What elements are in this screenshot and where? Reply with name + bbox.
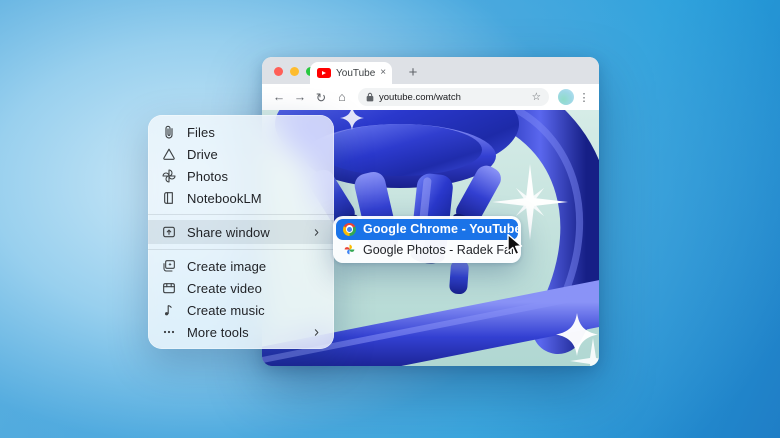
submenu-item-chrome[interactable]: Google Chrome - YouTube xyxy=(336,219,518,240)
share-window-icon xyxy=(160,224,177,241)
menu-item-label: More tools xyxy=(187,325,300,340)
menu-item-create-music[interactable]: Create music xyxy=(148,299,334,321)
submenu-item-label: Google Chrome - YouTube xyxy=(363,222,518,236)
forward-button[interactable]: → xyxy=(291,88,309,106)
profile-avatar[interactable] xyxy=(558,89,574,105)
window-controls xyxy=(274,67,315,76)
menu-item-label: Share window xyxy=(187,225,300,240)
browser-tab[interactable]: YouTube × xyxy=(310,62,392,84)
chevron-right-icon xyxy=(310,326,322,338)
cursor-pointer xyxy=(506,233,526,259)
youtube-favicon-icon xyxy=(317,68,331,78)
tab-strip: YouTube × + xyxy=(262,57,599,84)
submenu-item-photos[interactable]: Google Photos - Radek Far... xyxy=(336,240,518,261)
menu-separator xyxy=(148,214,334,215)
bookmark-star-icon[interactable]: ☆ xyxy=(532,91,541,103)
context-menu: Files Drive Photos NotebookLM Shar xyxy=(148,115,334,349)
menu-separator xyxy=(148,249,334,250)
new-tab-button[interactable]: + xyxy=(402,61,424,83)
menu-item-label: Drive xyxy=(187,147,322,162)
desktop-background: YouTube × + ← → ↻ ⌂ youtube.com/watch ☆ … xyxy=(0,0,780,438)
menu-item-label: Create video xyxy=(187,281,322,296)
menu-item-label: NotebookLM xyxy=(187,191,322,206)
submenu-item-label: Google Photos - Radek Far... xyxy=(363,243,518,257)
create-video-icon xyxy=(160,280,177,297)
chrome-icon xyxy=(343,223,356,236)
google-photos-icon xyxy=(343,243,356,256)
menu-item-create-video[interactable]: Create video xyxy=(148,277,334,299)
tab-close-icon[interactable]: × xyxy=(380,68,386,78)
photos-icon xyxy=(160,168,177,185)
more-tools-icon xyxy=(160,324,177,341)
reload-button[interactable]: ↻ xyxy=(312,88,330,106)
paperclip-icon xyxy=(160,124,177,141)
close-window-button[interactable] xyxy=(274,67,283,76)
lock-icon xyxy=(366,92,374,102)
menu-item-share-window[interactable]: Share window xyxy=(148,220,334,244)
address-bar[interactable]: youtube.com/watch ☆ xyxy=(358,88,549,106)
menu-item-more-tools[interactable]: More tools xyxy=(148,321,334,343)
menu-item-create-image[interactable]: Create image xyxy=(148,255,334,277)
back-button[interactable]: ← xyxy=(270,88,288,106)
menu-item-label: Photos xyxy=(187,169,322,184)
share-submenu: Google Chrome - YouTube Google Photos - … xyxy=(333,216,521,263)
create-music-icon xyxy=(160,302,177,319)
tab-title: YouTube xyxy=(336,68,375,79)
home-button[interactable]: ⌂ xyxy=(333,88,351,106)
minimize-window-button[interactable] xyxy=(290,67,299,76)
browser-menu-icon[interactable]: ⋮ xyxy=(577,91,591,104)
menu-item-drive[interactable]: Drive xyxy=(148,143,334,165)
notebooklm-icon xyxy=(160,190,177,207)
menu-item-photos[interactable]: Photos xyxy=(148,165,334,187)
create-image-icon xyxy=(160,258,177,275)
menu-item-notebooklm[interactable]: NotebookLM xyxy=(148,187,334,209)
menu-item-label: Create image xyxy=(187,259,322,274)
menu-item-label: Files xyxy=(187,125,322,140)
drive-icon xyxy=(160,146,177,163)
url-text: youtube.com/watch xyxy=(379,92,527,103)
chevron-right-icon xyxy=(310,226,322,238)
menu-item-files[interactable]: Files xyxy=(148,121,334,143)
browser-toolbar: ← → ↻ ⌂ youtube.com/watch ☆ ⋮ xyxy=(262,84,599,110)
menu-item-label: Create music xyxy=(187,303,322,318)
